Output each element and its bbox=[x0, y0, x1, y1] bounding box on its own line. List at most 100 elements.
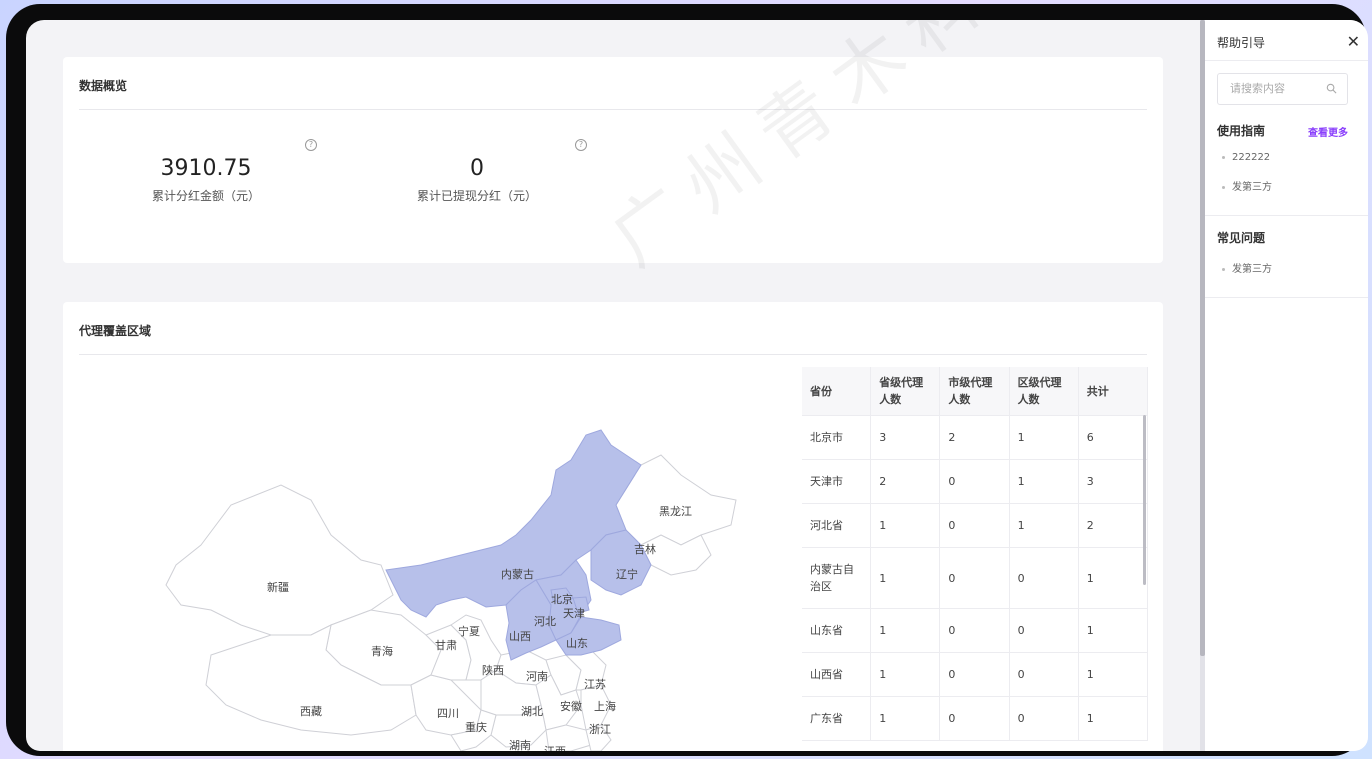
stat-total-dividend: 3910.75 累计分红金额（元） bbox=[106, 155, 306, 204]
device-frame: 数据概览 3910.75 累计分红金额（元） ? 0 累计已提现分红（元） ? … bbox=[6, 4, 1368, 756]
stat-withdrawn-dividend: 0 累计已提现分红（元） bbox=[377, 155, 577, 204]
guide-title: 使用指南 bbox=[1217, 124, 1266, 138]
map-label: 四川 bbox=[437, 707, 459, 720]
col-provincial-agents[interactable]: 省级代理人数 bbox=[870, 367, 941, 416]
cell-total: 1 bbox=[1078, 696, 1149, 741]
help-panel: 帮助引导 ✕ 使用指南 查看更多 222222 发第三方 常见问题 发第三方 bbox=[1205, 20, 1368, 751]
help-search bbox=[1217, 73, 1348, 105]
cell-provincial: 1 bbox=[870, 547, 941, 609]
cell-province: 天津市 bbox=[802, 459, 872, 504]
map-region[interactable] bbox=[165, 484, 394, 636]
col-district-agents[interactable]: 区级代理人数 bbox=[1009, 367, 1079, 416]
table-row[interactable]: 山西省 1 0 0 1 bbox=[802, 652, 1149, 697]
table-row[interactable]: 山东省 1 0 0 1 bbox=[802, 608, 1149, 653]
cell-province: 北京市 bbox=[802, 415, 872, 460]
map-label: 江西 bbox=[544, 745, 566, 751]
close-icon[interactable]: ✕ bbox=[1347, 32, 1360, 51]
cell-total: 2 bbox=[1078, 503, 1149, 548]
map-label: 新疆 bbox=[267, 580, 289, 594]
cell-province: 河北省 bbox=[802, 503, 872, 548]
cell-district: 1 bbox=[1009, 459, 1079, 504]
overview-card: 数据概览 3910.75 累计分红金额（元） ? 0 累计已提现分红（元） ? bbox=[63, 57, 1163, 263]
search-input[interactable] bbox=[1228, 81, 1327, 96]
cell-district: 0 bbox=[1009, 696, 1079, 741]
table-scrollbar[interactable] bbox=[1143, 415, 1146, 585]
map-label: 江苏 bbox=[584, 678, 606, 691]
help-question-icon[interactable]: ? bbox=[305, 139, 317, 151]
map-label: 北京 bbox=[551, 592, 573, 606]
table-row[interactable]: 河北省 1 0 1 2 bbox=[802, 503, 1149, 548]
faq-title: 常见问题 bbox=[1217, 231, 1266, 245]
cell-total: 1 bbox=[1078, 608, 1149, 653]
coverage-divider bbox=[79, 354, 1147, 355]
cell-city: 0 bbox=[939, 696, 1010, 741]
guide-item[interactable]: 222222 bbox=[1222, 152, 1270, 163]
cell-provincial: 2 bbox=[870, 459, 941, 504]
cell-province: 山西省 bbox=[802, 652, 872, 697]
overview-divider bbox=[79, 109, 1147, 110]
overview-title: 数据概览 bbox=[79, 79, 128, 93]
china-map: 黑龙江吉林辽宁 内蒙古北京天津河北山西山东 宁夏甘肃 新疆青海陕西 河南江苏西藏 四川 湖北… bbox=[165, 429, 737, 751]
cell-total: 6 bbox=[1078, 415, 1149, 460]
faq-item[interactable]: 发第三方 bbox=[1222, 260, 1272, 275]
map-label: 安徽 bbox=[560, 699, 582, 713]
map-label: 西藏 bbox=[300, 705, 322, 718]
col-city-agents[interactable]: 市级代理人数 bbox=[939, 367, 1010, 416]
cell-city: 0 bbox=[939, 652, 1010, 697]
stat-label: 累计已提现分红（元） bbox=[416, 189, 537, 203]
map-label: 辽宁 bbox=[616, 567, 638, 581]
search-icon[interactable] bbox=[1326, 83, 1337, 94]
cell-provincial: 1 bbox=[870, 503, 941, 548]
map-label: 河北 bbox=[534, 615, 556, 628]
map-region-highlight[interactable] bbox=[385, 429, 642, 618]
col-total[interactable]: 共计 bbox=[1078, 367, 1149, 416]
map-label: 重庆 bbox=[465, 720, 487, 734]
cell-province: 山东省 bbox=[802, 608, 872, 653]
guide-item[interactable]: 发第三方 bbox=[1222, 178, 1272, 193]
map-label: 山东 bbox=[566, 637, 588, 650]
table-row[interactable]: 北京市 3 2 1 6 bbox=[802, 415, 1149, 460]
cell-province: 内蒙古自治区 bbox=[802, 547, 872, 609]
col-province[interactable]: 省份 bbox=[802, 367, 872, 416]
map-label: 上海 bbox=[594, 699, 616, 713]
cell-total: 1 bbox=[1078, 547, 1149, 609]
cell-city: 0 bbox=[939, 459, 1010, 504]
cell-city: 0 bbox=[939, 608, 1010, 653]
help-title: 帮助引导 bbox=[1217, 36, 1266, 50]
cell-provincial: 1 bbox=[870, 652, 941, 697]
cell-district: 0 bbox=[1009, 547, 1079, 609]
help-divider bbox=[1205, 215, 1368, 216]
map-label: 天津 bbox=[563, 607, 585, 620]
help-question-icon[interactable]: ? bbox=[575, 139, 587, 151]
cell-city: 0 bbox=[939, 503, 1010, 548]
screen: 数据概览 3910.75 累计分红金额（元） ? 0 累计已提现分红（元） ? … bbox=[26, 20, 1368, 751]
coverage-title: 代理覆盖区域 bbox=[79, 324, 152, 338]
cell-provincial: 1 bbox=[870, 608, 941, 653]
table-header-row: 省份 省级代理人数 市级代理人数 区级代理人数 共计 bbox=[802, 367, 1149, 416]
cell-city: 2 bbox=[939, 415, 1010, 460]
map-label: 浙江 bbox=[589, 723, 611, 736]
table-row[interactable]: 天津市 2 0 1 3 bbox=[802, 459, 1149, 504]
map-label: 湖北 bbox=[521, 705, 543, 718]
map-label: 内蒙古 bbox=[501, 567, 534, 581]
table-row[interactable]: 广东省 1 0 0 1 bbox=[802, 696, 1149, 741]
map-label: 吉林 bbox=[634, 542, 656, 556]
table-row[interactable]: 内蒙古自治区 1 0 0 1 bbox=[802, 547, 1149, 609]
main-content: 数据概览 3910.75 累计分红金额（元） ? 0 累计已提现分红（元） ? … bbox=[26, 20, 1200, 751]
cell-province: 广东省 bbox=[802, 696, 872, 741]
stat-value: 0 bbox=[470, 156, 484, 181]
cell-provincial: 1 bbox=[870, 696, 941, 741]
cell-district: 1 bbox=[1009, 415, 1079, 460]
help-divider bbox=[1205, 297, 1368, 298]
map-label: 河南 bbox=[526, 670, 548, 683]
map-label: 黑龙江 bbox=[659, 505, 692, 518]
help-divider bbox=[1205, 60, 1368, 61]
map-label: 青海 bbox=[371, 644, 393, 658]
map-label: 甘肃 bbox=[435, 639, 457, 652]
view-more-link[interactable]: 查看更多 bbox=[1308, 124, 1348, 139]
cell-district: 1 bbox=[1009, 503, 1079, 548]
coverage-table: 省份 省级代理人数 市级代理人数 区级代理人数 共计 北京市 3 2 1 6 天… bbox=[802, 367, 1149, 741]
cell-city: 0 bbox=[939, 547, 1010, 609]
map-label: 宁夏 bbox=[458, 624, 480, 638]
cell-provincial: 3 bbox=[870, 415, 941, 460]
